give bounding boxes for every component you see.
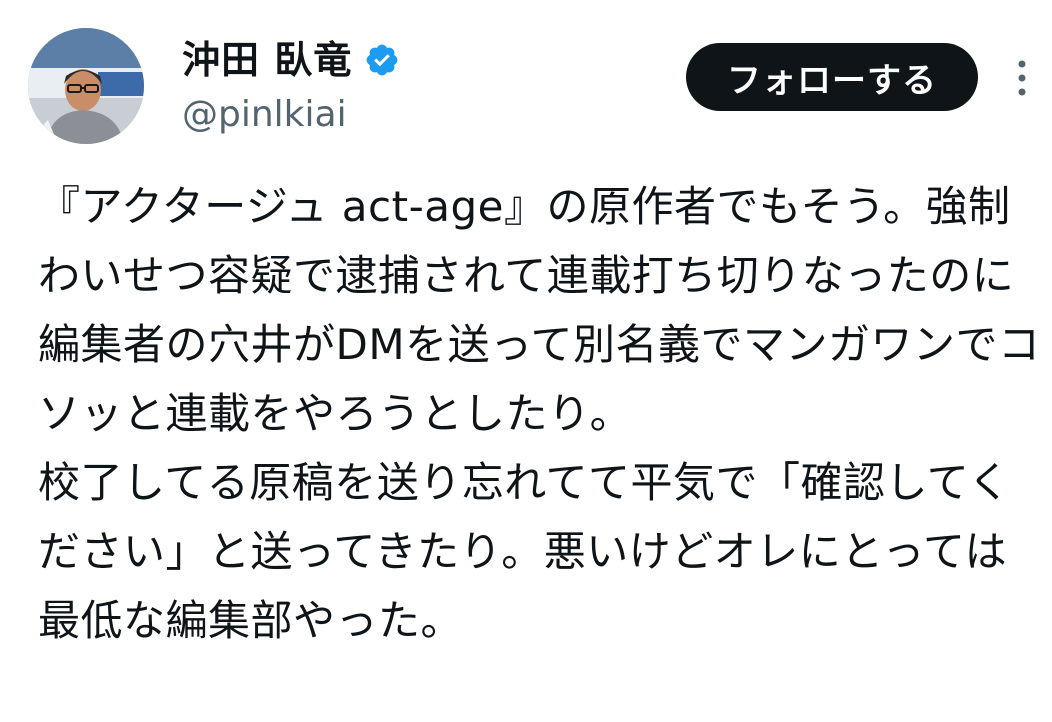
avatar[interactable]: [28, 28, 144, 144]
verified-badge-icon[interactable]: [364, 42, 400, 78]
display-name[interactable]: 沖田 臥竜: [182, 38, 352, 82]
author-handle[interactable]: @pinlkiai: [182, 94, 347, 136]
author-name-row: 沖田 臥竜: [182, 38, 400, 82]
more-vertical-icon[interactable]: [1010, 56, 1034, 100]
user-avatar-icon: [28, 28, 144, 144]
tweet-text: 『アクタージュ act-age』の原作者でもそう。強制わいせつ容疑で逮捕されて連…: [38, 182, 1041, 645]
follow-button[interactable]: フォローする: [686, 43, 978, 111]
